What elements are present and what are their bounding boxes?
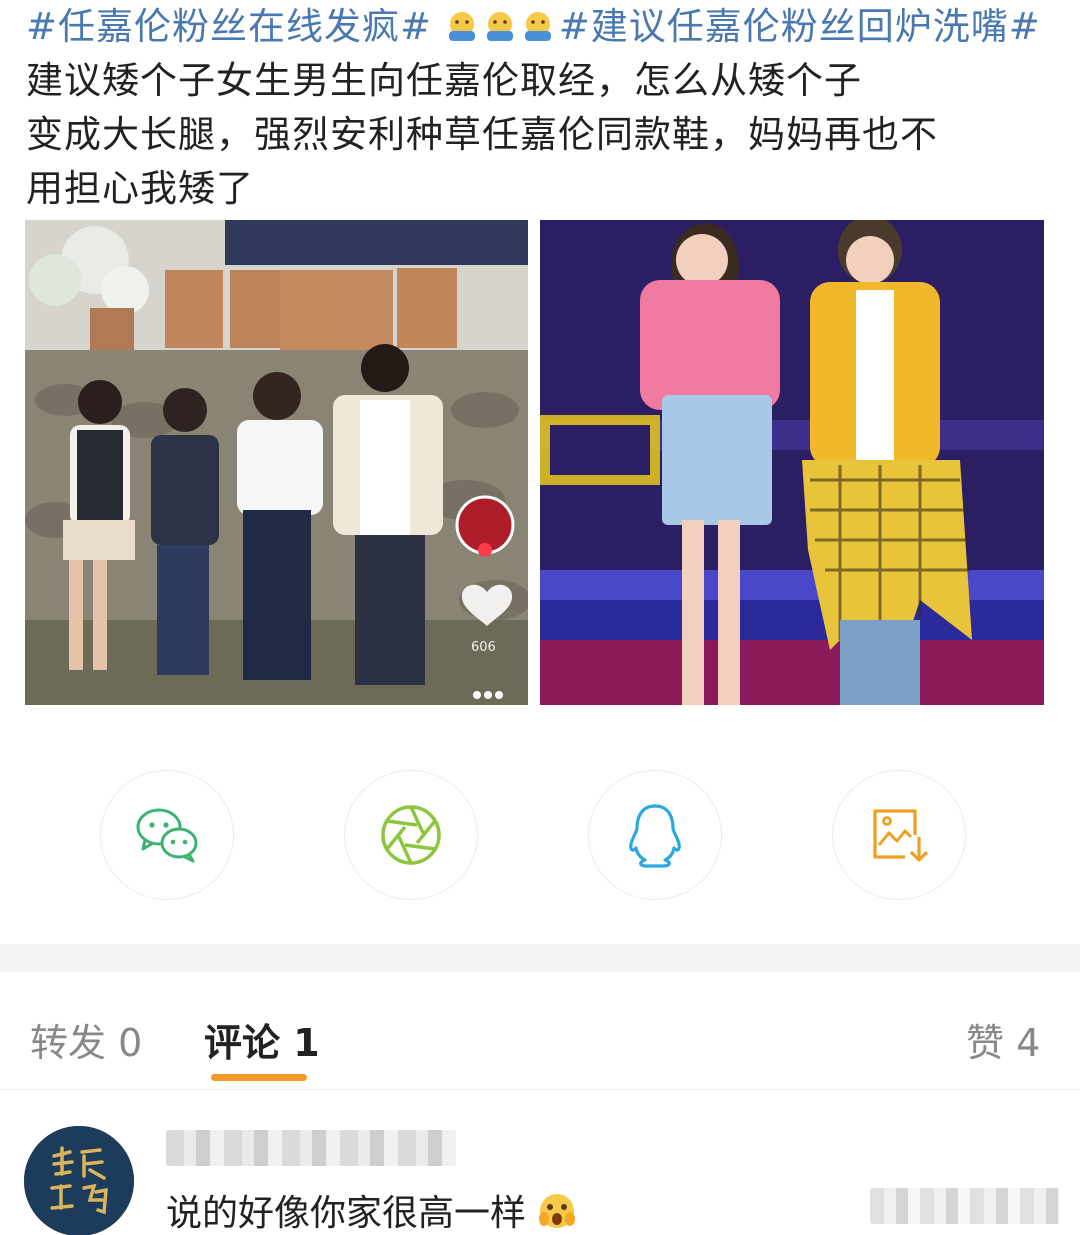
shrug-face-icon	[486, 12, 513, 41]
save-image-button[interactable]	[832, 770, 966, 900]
section-divider	[0, 944, 1080, 972]
blurred-meta	[870, 1188, 1060, 1224]
comment-item: 说的好像你家很高一样	[0, 1100, 1080, 1235]
avatar-calligraphy-logo	[24, 1126, 134, 1235]
tab-likes[interactable]: 赞 4	[966, 1012, 1040, 1067]
share-wechat-button[interactable]	[100, 770, 234, 900]
group-photo-illustration	[25, 220, 528, 705]
save-image-icon	[873, 809, 929, 862]
group-photo[interactable]: 606	[25, 220, 528, 705]
like-count-overlay: 606	[471, 640, 496, 655]
shrug-face-icon	[524, 12, 551, 41]
post-line-4: 用担心我矮了	[26, 167, 254, 210]
post-body-line: 建议矮个子女生男生向任嘉伦取经，怎么从矮个子	[26, 59, 862, 102]
moments-aperture-icon	[381, 805, 441, 865]
wechat-icon	[136, 808, 198, 863]
comment-text: 说的好像你家很高一样	[166, 1184, 577, 1235]
tab-comments[interactable]: 评论 1	[204, 1012, 320, 1067]
stage-photo[interactable]	[540, 220, 1044, 705]
stage-photo-illustration	[540, 220, 1044, 705]
hashtag-link[interactable]: #任嘉伦粉丝在线发疯#	[26, 5, 432, 48]
surprised-face-icon	[539, 1194, 576, 1228]
avatar[interactable]	[24, 1126, 134, 1235]
share-qq-button[interactable]	[588, 770, 722, 900]
share-row	[0, 770, 1080, 900]
shrug-face-icon	[448, 12, 475, 41]
post-text: #任嘉伦粉丝在线发疯# #建议任嘉伦粉丝回炉洗嘴# 建议矮个子女生男生向任嘉伦取…	[26, 0, 1056, 216]
qq-penguin-icon	[629, 804, 681, 868]
tab-repost[interactable]: 转发 0	[30, 1012, 142, 1067]
share-moments-button[interactable]	[344, 770, 478, 900]
post-line-1: #任嘉伦粉丝在线发疯# #建议任嘉伦粉丝回炉洗嘴# 建议矮个子女生男生向任嘉伦取…	[26, 0, 1056, 108]
active-tab-indicator	[211, 1074, 307, 1081]
post-line-3: 变成大长腿，强烈安利种草任嘉伦同款鞋，妈妈再也不	[26, 113, 938, 156]
interaction-tabs: 转发 0 评论 1 赞 4	[0, 972, 1080, 1090]
blurred-username	[166, 1130, 456, 1166]
hashtag-link[interactable]: #建议任嘉伦粉丝回炉洗嘴#	[559, 5, 1041, 48]
comment-body: 说的好像你家很高一样	[166, 1193, 527, 1234]
